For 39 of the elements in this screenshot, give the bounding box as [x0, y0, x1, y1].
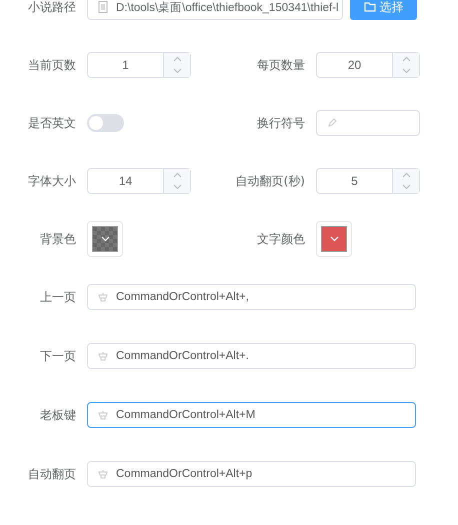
field-label: 当前页数: [27, 56, 77, 74]
increment-icon[interactable]: [402, 56, 410, 62]
text-field[interactable]: [316, 110, 420, 136]
field-label: 是否英文: [27, 114, 77, 132]
decrement-icon[interactable]: [402, 68, 410, 74]
decrement-icon[interactable]: [402, 184, 410, 190]
increment-icon[interactable]: [402, 172, 410, 178]
pencil-icon: [327, 118, 337, 128]
shortcut-field[interactable]: CommandOrControl+Alt+M: [87, 402, 416, 428]
field-label: 自动翻页(秒): [234, 172, 306, 190]
chevron-down-icon: [100, 236, 110, 242]
field-label: 背景色: [39, 230, 77, 248]
field-label: 上一页: [39, 288, 77, 306]
decrement-icon[interactable]: [172, 68, 182, 74]
field-label: 自动翻页: [27, 466, 77, 482]
field-label: 老板键: [39, 406, 77, 424]
increment-icon[interactable]: [172, 172, 182, 178]
field-label: 下一页: [39, 348, 77, 364]
number-input[interactable]: 20: [316, 52, 420, 78]
field-label: 字体大小: [27, 172, 77, 190]
increment-icon[interactable]: [172, 56, 182, 62]
shortcut-field[interactable]: CommandOrControl+Alt+,: [87, 284, 416, 310]
shortcut-field[interactable]: CommandOrControl+Alt+.: [87, 343, 416, 369]
decrement-icon[interactable]: [172, 184, 182, 190]
number-input[interactable]: 14: [87, 168, 191, 194]
chevron-down-icon: [330, 236, 338, 242]
number-input[interactable]: 1: [87, 52, 191, 78]
shortcut-field[interactable]: CommandOrControl+Alt+p: [87, 461, 416, 487]
color-picker[interactable]: [87, 221, 123, 257]
document-icon: [98, 1, 108, 13]
toggle-switch[interactable]: [87, 114, 124, 132]
field-label: 换行符号: [256, 114, 306, 132]
field-label: 每页数量: [256, 56, 306, 74]
path-field[interactable]: D:\tools\桌面\office\thiefbook_150341\thief-l: [87, 0, 343, 20]
number-input[interactable]: 5: [316, 168, 420, 194]
folder-icon: [364, 2, 376, 12]
field-label: 文字颜色: [256, 230, 306, 248]
color-picker[interactable]: [316, 221, 352, 257]
field-label: 小说路径: [27, 0, 77, 16]
